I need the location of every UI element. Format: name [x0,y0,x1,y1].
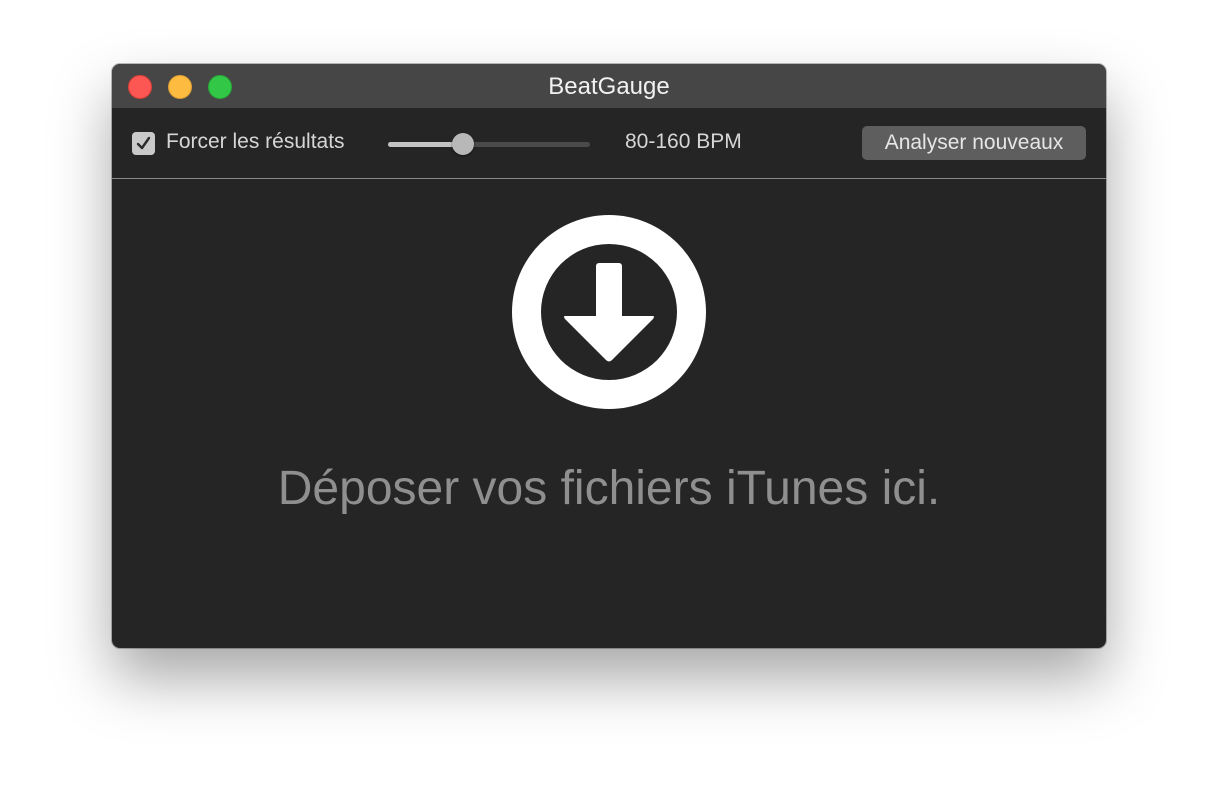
app-window: BeatGauge Forcer les résultats 80-160 BP… [112,64,1106,648]
bpm-range-label: 80-160 BPM [625,130,742,153]
force-results-checkbox[interactable] [132,132,155,155]
bpm-slider[interactable] [388,133,590,155]
slider-thumb[interactable] [451,133,474,155]
checkmark-icon [136,136,151,150]
title-bar[interactable]: BeatGauge [112,64,1106,108]
analyze-new-button[interactable]: Analyser nouveaux [862,126,1086,160]
force-results-label[interactable]: Forcer les résultats [166,130,345,154]
window-title: BeatGauge [548,73,670,100]
download-arrow-circle-icon [512,215,706,409]
toolbar: Forcer les résultats 80-160 BPM Analyser… [112,108,1106,179]
drop-message: Déposer vos fichiers iTunes ici. [277,462,941,515]
drop-zone[interactable]: Déposer vos fichiers iTunes ici. [112,179,1106,648]
